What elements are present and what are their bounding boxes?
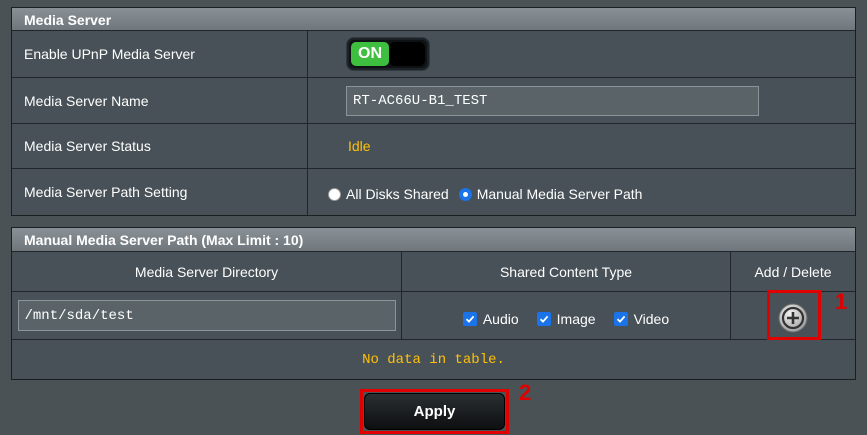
media-server-name-input[interactable] (346, 85, 759, 116)
radio-all-disks-label: All Disks Shared (346, 186, 449, 202)
column-content-type: Shared Content Type (402, 252, 731, 291)
manual-path-panel: Manual Media Server Path (Max Limit : 10… (11, 227, 856, 380)
toggle-on-label: ON (351, 42, 389, 66)
check-icon[interactable] (613, 311, 628, 326)
upnp-value-cell: ON (308, 31, 855, 77)
no-data-message: No data in table. (362, 351, 505, 368)
name-label: Media Server Name (12, 78, 308, 123)
radio-manual-path-label: Manual Media Server Path (476, 186, 643, 202)
content-type-cell: Audio Image Video (402, 292, 731, 339)
manual-path-columns: Media Server Directory Shared Content Ty… (12, 252, 855, 292)
column-add-delete: Add / Delete (731, 252, 855, 291)
radio-manual-path[interactable]: Manual Media Server Path (458, 186, 643, 202)
status-row: Media Server Status Idle (12, 124, 855, 169)
directory-cell (12, 292, 402, 339)
upnp-row: Enable UPnP Media Server ON (12, 31, 855, 78)
name-row: Media Server Name (12, 78, 855, 124)
path-setting-row: Media Server Path Setting All Disks Shar… (12, 169, 855, 215)
radio-manual-path-circle[interactable] (458, 187, 472, 201)
directory-input[interactable] (17, 300, 396, 331)
status-value: Idle (348, 138, 371, 154)
checkbox-image[interactable]: Image (536, 310, 596, 327)
checkbox-video-label: Video (633, 310, 670, 327)
checkbox-image-label: Image (556, 310, 596, 327)
manual-path-header: Manual Media Server Path (Max Limit : 10… (12, 228, 855, 252)
status-label: Media Server Status (12, 124, 308, 168)
radio-all-disks[interactable]: All Disks Shared (328, 186, 449, 202)
column-directory: Media Server Directory (12, 252, 402, 291)
annotation-box-1 (767, 290, 821, 340)
name-value-cell (308, 78, 855, 123)
checkbox-video[interactable]: Video (613, 310, 670, 327)
status-value-cell: Idle (308, 124, 855, 168)
annotation-number-1: 1 (835, 289, 848, 314)
toggle-knob (389, 42, 425, 66)
path-setting-label: Media Server Path Setting (12, 169, 308, 215)
radio-all-disks-circle[interactable] (328, 187, 341, 201)
upnp-toggle[interactable]: ON (346, 37, 430, 71)
annotation-number-2: 2 (519, 380, 532, 405)
manual-path-input-row: Audio Image Video (12, 292, 855, 340)
check-icon[interactable] (462, 311, 477, 326)
check-icon[interactable] (536, 311, 551, 326)
checkbox-audio[interactable]: Audio (462, 310, 519, 327)
checkbox-audio-label: Audio (482, 310, 519, 327)
media-server-header: Media Server (12, 8, 855, 31)
empty-table-row: No data in table. (12, 340, 855, 379)
path-setting-value-cell: All Disks Shared Manual Media Server Pat… (308, 169, 855, 215)
upnp-label: Enable UPnP Media Server (12, 31, 308, 77)
apply-button[interactable]: Apply (364, 393, 505, 430)
media-server-panel: Media Server Enable UPnP Media Server ON… (11, 7, 856, 216)
